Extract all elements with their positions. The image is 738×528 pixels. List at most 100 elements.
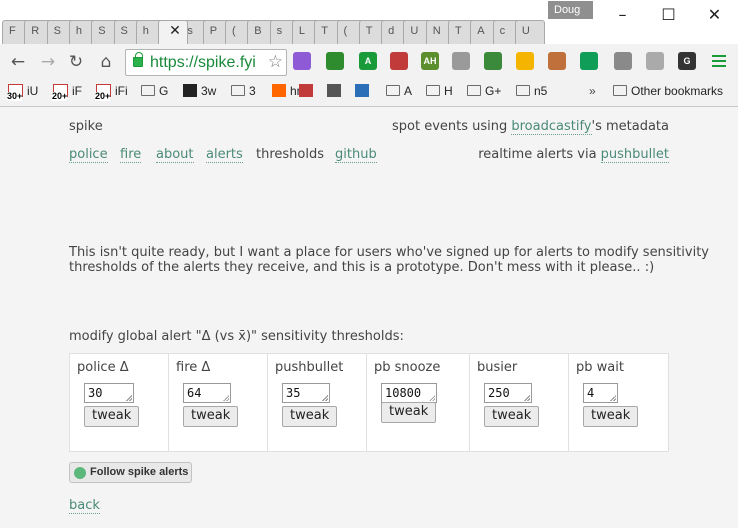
forward-icon[interactable]: → — [38, 52, 58, 72]
address-bar[interactable]: https://spike.fyi ☆ — [125, 49, 287, 76]
tagline-suffix: 's metadata — [591, 119, 670, 134]
intro-line-1: This isn't quite ready, but I want a pla… — [69, 245, 709, 260]
reload-icon[interactable]: ↻ — [66, 52, 86, 72]
bookmark-item[interactable]: H — [426, 81, 453, 101]
hangouts-ext-icon[interactable] — [580, 52, 598, 70]
nav-fire[interactable]: fire — [120, 147, 142, 163]
threshold-input[interactable]: 250 — [484, 383, 532, 403]
bookmark-label: 3 — [249, 84, 256, 98]
tab-active[interactable]: ✕ — [158, 20, 189, 44]
nav-about[interactable]: about — [156, 147, 194, 163]
folder-icon — [467, 85, 481, 96]
follow-spike-alerts-button[interactable]: Follow spike alerts — [69, 462, 192, 483]
threshold-cell: busier 250 tweak — [470, 354, 569, 451]
tab-label: L — [298, 25, 306, 37]
bookmark-item[interactable]: n5 — [516, 81, 547, 101]
tab[interactable]: U — [514, 20, 545, 44]
rss-ext-icon[interactable] — [452, 52, 470, 70]
threshold-input[interactable]: 35 — [282, 383, 330, 403]
color-ext-icon[interactable] — [293, 52, 311, 70]
threshold-input[interactable]: 10800 — [381, 383, 437, 403]
back-link[interactable]: back — [69, 498, 100, 514]
threshold-label: police Δ — [77, 360, 129, 375]
threshold-input[interactable]: 4 — [583, 383, 618, 403]
bookmark-item[interactable] — [299, 81, 317, 101]
close-tab-icon[interactable]: ✕ — [169, 23, 181, 39]
site-icon — [355, 84, 369, 97]
tab-label: U — [410, 25, 419, 37]
bookmark-item[interactable]: 3w — [183, 81, 216, 101]
threshold-cell: pb wait 4 tweak — [569, 354, 668, 451]
bookmark-item[interactable]: 3 — [231, 81, 256, 101]
bookmark-label: G — [159, 84, 169, 98]
pushbullet-link[interactable]: pushbullet — [600, 147, 669, 163]
threshold-input[interactable]: 64 — [183, 383, 231, 403]
home-icon[interactable]: ⌂ — [96, 52, 116, 72]
nav-alerts[interactable]: alerts — [206, 147, 243, 163]
menu-icon[interactable] — [710, 52, 728, 70]
tweak-button[interactable]: tweak — [484, 406, 540, 427]
section-heading: modify global alert "Δ (vs x̄)" sensitiv… — [69, 329, 404, 344]
bookmark-item[interactable]: 30+ iU — [7, 81, 39, 101]
other-bookmarks[interactable]: Other bookmarks — [613, 81, 723, 101]
bookmark-item[interactable] — [355, 81, 373, 101]
flag-ext-icon[interactable] — [390, 52, 408, 70]
profile-button[interactable]: Doug — [548, 1, 593, 19]
lock-icon — [133, 52, 143, 67]
tab-label: c — [499, 25, 506, 37]
threshold-label: pb wait — [576, 360, 624, 375]
folder-icon — [231, 85, 245, 96]
a-ext-icon[interactable]: A — [359, 52, 377, 70]
bookmark-item[interactable]: G — [141, 81, 168, 101]
extension-label: A — [364, 56, 372, 66]
folder-icon — [386, 85, 400, 96]
tab-label: R — [31, 25, 40, 37]
threshold-label: pb snooze — [374, 360, 441, 375]
bookmark-item[interactable] — [327, 81, 345, 101]
gmail-icon: 30+ — [7, 84, 23, 101]
intro-line-2: thresholds of the alerts they receive, a… — [69, 260, 655, 275]
minimize-button[interactable]: – — [600, 0, 645, 30]
evernote-ext-icon[interactable] — [484, 52, 502, 70]
bookmark-item[interactable]: 20+ iFi — [95, 81, 128, 101]
other-bookmarks-label: Other bookmarks — [631, 84, 724, 98]
tweak-button[interactable]: tweak — [183, 406, 239, 427]
tagline: spot events using broadcastify's metadat… — [392, 119, 670, 135]
close-window-button[interactable]: ✕ — [692, 0, 737, 30]
nav-police[interactable]: police — [69, 147, 108, 163]
threshold-input[interactable]: 30 — [84, 383, 134, 403]
gray2-ext-icon[interactable] — [646, 52, 664, 70]
bookmark-label: G+ — [485, 84, 502, 98]
site-icon — [299, 84, 313, 97]
refresh-ext-icon[interactable] — [326, 52, 344, 70]
bookmark-label: iF — [72, 84, 82, 98]
tweak-button[interactable]: tweak — [84, 406, 140, 427]
tweak-button[interactable]: tweak — [282, 406, 338, 427]
tweak-button[interactable]: tweak — [381, 402, 437, 423]
tab-label: s — [187, 25, 193, 37]
g-ext-icon[interactable]: G — [678, 52, 696, 70]
star-icon[interactable]: ☆ — [268, 52, 283, 72]
maximize-button[interactable]: ☐ — [646, 0, 691, 30]
tweak-button[interactable]: tweak — [583, 406, 639, 427]
realtime-alerts: realtime alerts via pushbullet — [478, 147, 669, 163]
back-icon[interactable]: ← — [8, 52, 28, 72]
folder-icon — [516, 85, 530, 96]
site-icon — [327, 84, 341, 97]
bookmark-item[interactable]: 20+ iF — [52, 81, 82, 101]
threshold-cell: pb snooze 10800 tweak — [367, 354, 470, 451]
url-text[interactable]: https://spike.fyi — [150, 54, 256, 72]
bookmarks-overflow-icon[interactable]: » — [589, 81, 596, 101]
sumo-ext-icon[interactable] — [548, 52, 566, 70]
bookmark-item[interactable]: G+ — [467, 81, 501, 101]
threshold-label: fire Δ — [176, 360, 211, 375]
bookmark-item[interactable]: A — [386, 81, 412, 101]
tab-label: d — [388, 25, 395, 37]
broadcastify-link[interactable]: broadcastify — [511, 119, 592, 135]
bookmark-label: iU — [27, 84, 39, 98]
ah-ext-icon[interactable]: AH — [421, 52, 439, 70]
gray-ext-icon[interactable] — [614, 52, 632, 70]
drive-ext-icon[interactable] — [516, 52, 534, 70]
nav-github[interactable]: github — [335, 147, 377, 163]
tab-label: T — [455, 25, 462, 37]
